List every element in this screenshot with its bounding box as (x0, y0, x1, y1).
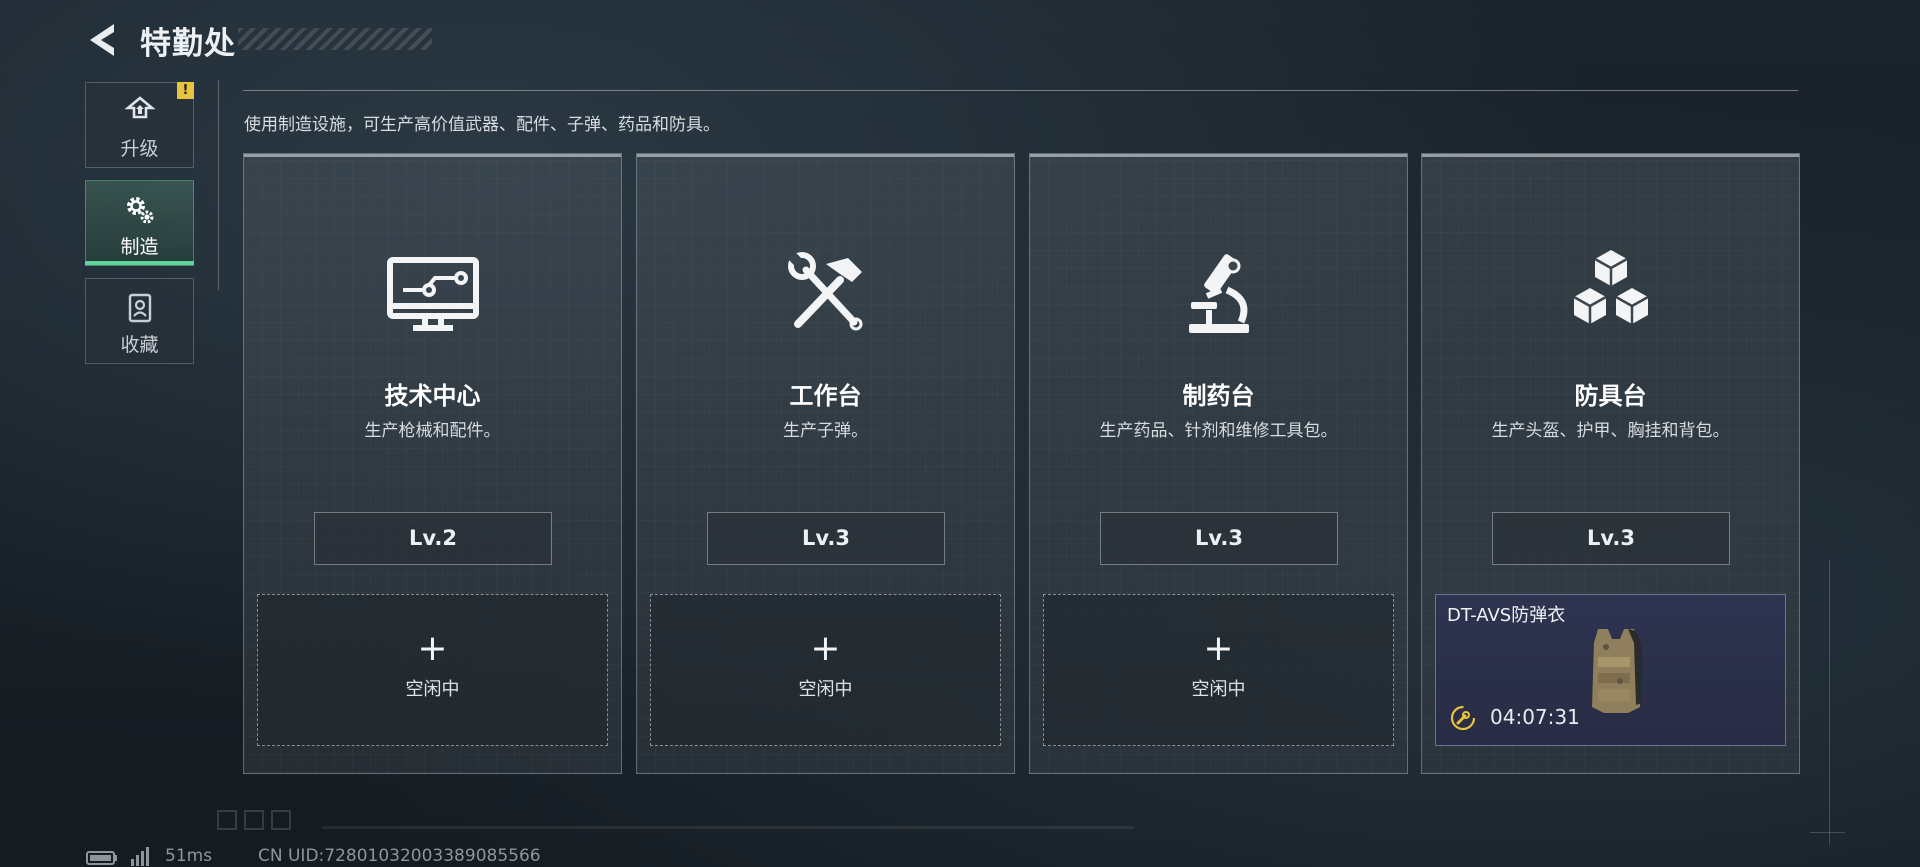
add-icon: + (417, 628, 448, 669)
add-icon: + (1203, 628, 1234, 669)
edge-decoration (1810, 832, 1845, 833)
latency-readout: 51ms (165, 846, 213, 866)
card-top-accent (1422, 154, 1799, 157)
card-top-accent (637, 154, 1014, 157)
page-title: 特勤处 (140, 26, 236, 62)
facility-description: 生产子弹。 (783, 421, 868, 441)
facility-name: 防具台 (1574, 382, 1647, 410)
production-slot-active[interactable]: DT-AVS防弹衣 04:07:31 (1435, 594, 1786, 746)
slot-status: 空闲中 (405, 679, 460, 700)
collection-icon (128, 293, 151, 323)
sidebar-item-collection[interactable]: 收藏 (85, 278, 194, 364)
nav-divider (218, 80, 219, 290)
alert-badge: ! (177, 82, 194, 99)
facility-card-tech-center[interactable]: 技术中心 生产枪械和配件。 Lv.2 + 空闲中 (243, 153, 622, 774)
facility-card-armor-bench[interactable]: 防具台 生产头盔、护甲、胸挂和背包。 Lv.3 DT-AVS防弹衣 04:07:… (1421, 153, 1800, 774)
card-top-accent (1030, 154, 1407, 157)
user-uid: CN UID:7280103200338908556​6 (258, 846, 541, 866)
microscope-icon (1189, 254, 1249, 333)
sidebar-item-crafting[interactable]: 制造 (85, 180, 194, 266)
sidebar-item-label: 制造 (120, 236, 159, 258)
facility-name: 技术中心 (384, 382, 481, 410)
sidebar-item-label: 收藏 (120, 334, 159, 356)
facility-description: 生产药品、针剂和维修工具包。 (1099, 421, 1338, 441)
crafting-timer: 04:07:31 (1490, 705, 1580, 729)
crafting-gear-icon (126, 197, 153, 224)
back-arrow-icon[interactable] (84, 20, 124, 60)
facility-description: 生产头盔、护甲、胸挂和背包。 (1491, 421, 1730, 441)
cubes-icon (1573, 250, 1649, 324)
upgrade-icon (123, 96, 156, 119)
facility-card-workbench[interactable]: 工作台 生产子弹。 Lv.3 + 空闲中 (636, 153, 1015, 774)
card-top-accent (244, 154, 621, 157)
production-slot-empty[interactable]: + 空闲中 (650, 594, 1001, 746)
body-armor-vest-image (1592, 629, 1642, 713)
add-icon: + (810, 628, 841, 669)
hammer-wrench-icon (787, 251, 863, 331)
facility-name: 制药台 (1182, 382, 1255, 410)
level-button[interactable]: Lv.3 (707, 512, 945, 565)
production-slot-empty[interactable]: + 空闲中 (1043, 594, 1394, 746)
timer-wrench-icon (1450, 705, 1476, 731)
facility-name: 工作台 (789, 382, 862, 410)
crafting-item-name: DT-AVS防弹衣 (1447, 605, 1566, 626)
level-button[interactable]: Lv.3 (1100, 512, 1338, 565)
sidebar-item-label: 升级 (120, 138, 159, 160)
signal-icon (131, 847, 149, 866)
page-description: 使用制造设施，可生产高价值武器、配件、子弹、药品和防具。 (244, 115, 720, 135)
facility-card-pharmacy[interactable]: 制药台 生产药品、针剂和维修工具包。 Lv.3 + 空闲中 (1029, 153, 1408, 774)
monitor-circuit-icon (387, 257, 479, 331)
slot-status: 空闲中 (1191, 679, 1246, 700)
title-decoration (238, 28, 432, 50)
edge-decoration (1829, 560, 1830, 845)
level-button[interactable]: Lv.2 (314, 512, 552, 565)
footer-rule (322, 826, 1134, 829)
slot-status: 空闲中 (798, 679, 853, 700)
header-rule (243, 90, 1798, 91)
battery-icon (86, 851, 117, 865)
production-slot-empty[interactable]: + 空闲中 (257, 594, 608, 746)
facility-description: 生产枪械和配件。 (364, 421, 501, 441)
footer-decoration-icons (217, 810, 291, 830)
active-indicator (85, 261, 194, 265)
level-button[interactable]: Lv.3 (1492, 512, 1730, 565)
